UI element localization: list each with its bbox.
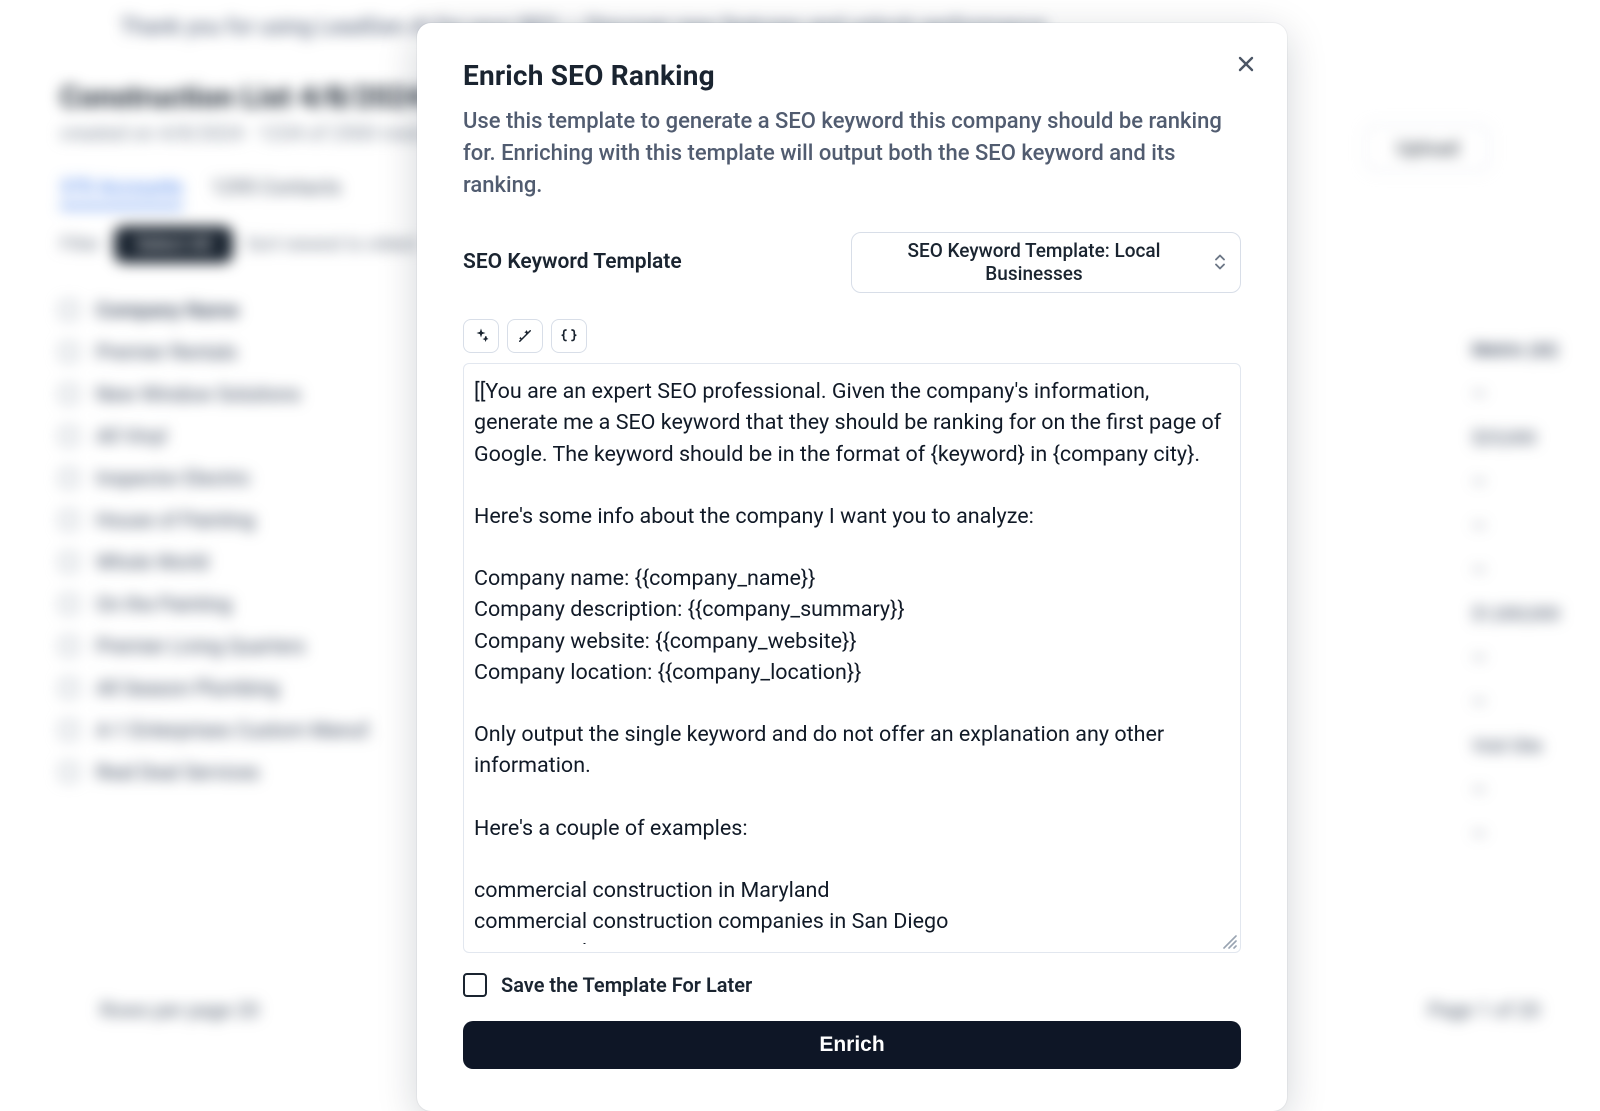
sort-label[interactable]: Sort newest to oldest bbox=[247, 234, 417, 255]
row-checkbox[interactable] bbox=[60, 511, 78, 529]
variables-button[interactable] bbox=[551, 319, 587, 353]
page-indicator[interactable]: Page 1 of 20 bbox=[1428, 998, 1540, 1022]
prompt-textarea[interactable] bbox=[474, 376, 1224, 944]
row-checkbox[interactable] bbox=[60, 469, 78, 487]
modal-title: Enrich SEO Ranking bbox=[463, 59, 1241, 92]
row-checkbox[interactable] bbox=[60, 553, 78, 571]
tab-contacts[interactable]: 1295 Contacts bbox=[211, 175, 341, 208]
magic-wand-icon bbox=[516, 327, 534, 345]
template-selected-value: SEO Keyword Template: Local Businesses bbox=[870, 239, 1198, 287]
row-checkbox[interactable] bbox=[60, 427, 78, 445]
template-row: SEO Keyword Template SEO Keyword Templat… bbox=[463, 232, 1241, 294]
template-label: SEO Keyword Template bbox=[463, 250, 682, 274]
save-template-row: Save the Template For Later bbox=[463, 973, 1241, 997]
row-checkbox[interactable] bbox=[60, 595, 78, 613]
template-select[interactable]: SEO Keyword Template: Local Businesses bbox=[851, 232, 1241, 294]
enrich-seo-modal: Enrich SEO Ranking Use this template to … bbox=[417, 23, 1287, 1111]
modal-description: Use this template to generate a SEO keyw… bbox=[463, 106, 1241, 202]
editor-toolbar bbox=[463, 319, 1241, 353]
rows-per-page[interactable]: Rows per page 20 bbox=[100, 998, 259, 1022]
save-template-checkbox[interactable] bbox=[463, 973, 487, 997]
braces-icon bbox=[560, 327, 578, 345]
row-checkbox[interactable] bbox=[60, 637, 78, 655]
row-checkbox[interactable] bbox=[60, 721, 78, 739]
row-checkbox[interactable] bbox=[60, 763, 78, 781]
row-checkbox[interactable] bbox=[60, 385, 78, 403]
ai-sparkle-button[interactable] bbox=[463, 319, 499, 353]
magic-wand-button[interactable] bbox=[507, 319, 543, 353]
column-metric: Metric (AI) bbox=[1472, 340, 1560, 361]
right-column: Metric (AI) — $25,000 — — — $1,000,000 —… bbox=[1472, 340, 1560, 845]
header-checkbox[interactable] bbox=[60, 301, 78, 319]
resize-grip-icon[interactable] bbox=[1221, 933, 1237, 949]
upload-button[interactable]: Upload bbox=[1365, 125, 1490, 171]
close-icon bbox=[1236, 54, 1256, 74]
prompt-editor bbox=[463, 363, 1241, 953]
close-button[interactable] bbox=[1229, 47, 1263, 81]
row-checkbox[interactable] bbox=[60, 343, 78, 361]
column-company-name: Company Name bbox=[96, 298, 239, 322]
enrich-button[interactable]: Enrich bbox=[463, 1021, 1241, 1069]
sparkle-icon bbox=[472, 327, 490, 345]
tab-accounts[interactable]: 370 Accounts bbox=[60, 175, 183, 208]
save-template-label[interactable]: Save the Template For Later bbox=[501, 973, 752, 997]
chevron-up-down-icon bbox=[1214, 255, 1226, 270]
select-all-button[interactable]: Select All bbox=[114, 226, 232, 263]
filter-button[interactable]: Filter bbox=[60, 234, 100, 255]
row-checkbox[interactable] bbox=[60, 679, 78, 697]
